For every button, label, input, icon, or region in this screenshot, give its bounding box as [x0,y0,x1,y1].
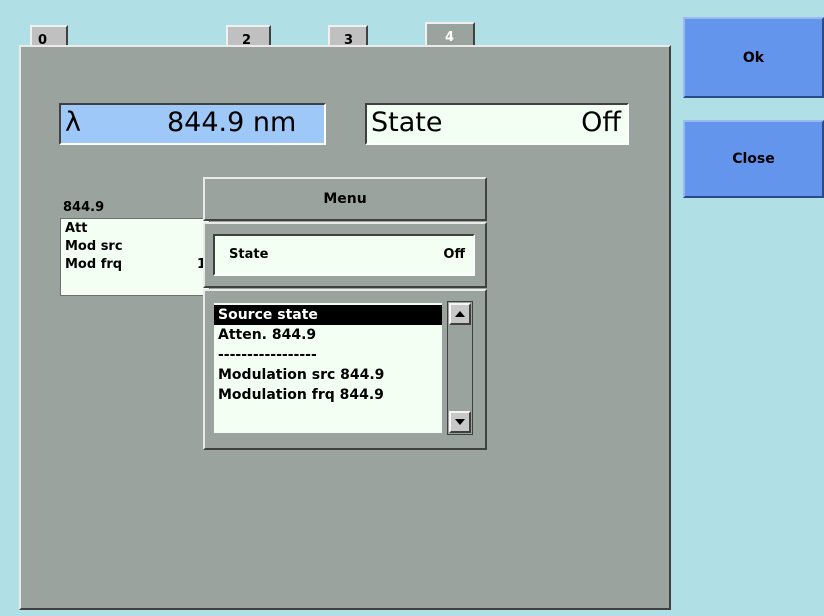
menu-item-modulation-src[interactable]: Modulation src 844.9 [214,365,442,385]
close-button-label: Close [732,151,775,167]
menu-item-source-state[interactable]: Source state [214,305,442,325]
menu-item-separator: ----------------- [218,347,317,363]
menu-title-bar: Menu [203,177,487,221]
scroll-up-button[interactable] [449,303,471,325]
menu-popup: Menu State Off Source state Atten. 844.9… [203,177,487,450]
tab-0[interactable]: 0 [30,25,68,48]
ok-button-label: Ok [742,49,765,66]
state-label: State [371,107,443,138]
wavelength-display[interactable]: λ 844.9 nm [59,103,326,145]
tab-3[interactable]: 3 [328,25,368,48]
lambda-symbol: λ [65,107,81,138]
tab-4-label: 4 [445,30,455,45]
param-label-att: Att [65,221,88,236]
close-button[interactable]: Close [683,120,824,198]
menu-list[interactable]: Source state Atten. 844.9 --------------… [214,303,442,433]
state-display[interactable]: State Off [365,103,629,145]
menu-state-label: State [229,247,269,262]
menu-scrollbar[interactable] [447,301,473,435]
wavelength-value: 844.9 nm [167,107,297,138]
menu-title: Menu [323,191,367,207]
ok-button[interactable]: Ok [683,17,824,98]
param-label-mod-frq: Mod frq [65,257,123,272]
scroll-down-button[interactable] [449,411,471,433]
menu-list-section: Source state Atten. 844.9 --------------… [203,289,487,450]
tab-2[interactable]: 2 [226,25,271,48]
menu-state-field[interactable]: State Off [213,234,475,276]
arrow-down-icon [455,419,465,425]
menu-state-section: State Off [203,222,487,288]
state-value: Off [581,107,621,138]
arrow-up-icon [455,311,465,317]
param-label-mod-src: Mod src [65,239,123,254]
menu-item-atten[interactable]: Atten. 844.9 [214,325,442,345]
tab-4[interactable]: 4 [425,22,475,47]
menu-state-value: Off [443,247,465,262]
params-header: 844.9 [63,200,105,215]
params-list[interactable]: Att Mod src Mod frq 1 [60,218,210,296]
menu-item-modulation-frq[interactable]: Modulation frq 844.9 [214,385,442,405]
